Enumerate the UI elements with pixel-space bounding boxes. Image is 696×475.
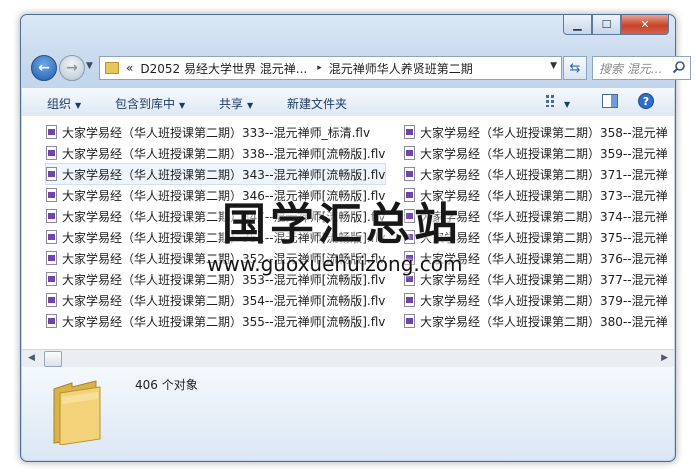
list-item[interactable]: 大家学易经（华人班授课第二期）380--混元禅 — [404, 311, 668, 331]
command-bar: 组织 ▼ 包含到库中 ▼ 共享 ▼ 新建文件夹 ▼ ? — [22, 87, 674, 117]
include-in-library-label: 包含到库中 — [115, 97, 176, 111]
video-file-icon — [46, 188, 57, 202]
search-box[interactable]: 搜索 混元... — [592, 56, 691, 80]
file-name: 大家学易经（华人班授课第二期）359--混元禅 — [420, 146, 668, 161]
video-file-icon — [404, 125, 415, 139]
preview-pane-icon — [602, 94, 618, 108]
list-item[interactable]: 大家学易经（华人班授课第二期）359--混元禅 — [404, 143, 668, 163]
back-arrow-icon: ← — [38, 60, 50, 76]
video-file-icon — [46, 293, 57, 307]
svg-text:?: ? — [643, 95, 649, 108]
file-name: 大家学易经（华人班授课第二期）355--混元禅师[流畅版].flv — [62, 314, 386, 329]
video-file-icon — [46, 230, 57, 244]
view-options-button[interactable]: ▼ — [546, 95, 570, 110]
breadcrumb-segment-parent[interactable]: D2052 易经大学世界 混元禅... — [140, 60, 307, 77]
organize-label: 组织 — [47, 97, 72, 111]
chevron-down-icon: ▼ — [247, 101, 254, 110]
forward-button[interactable]: → — [59, 55, 85, 81]
file-name: 大家学易经（华人班授课第二期）333--混元禅师_标清.flv — [62, 125, 371, 140]
folder-icon — [53, 380, 101, 445]
video-file-icon — [404, 314, 415, 328]
video-file-icon — [46, 167, 57, 181]
breadcrumb-separator-icon[interactable]: ▸ — [317, 63, 322, 73]
video-file-icon — [46, 272, 57, 286]
list-item[interactable]: 大家学易经（华人班授课第二期）379--混元禅 — [404, 290, 668, 310]
list-item[interactable]: 大家学易经（华人班授课第二期）355--混元禅师[流畅版].flv — [46, 311, 385, 331]
list-item[interactable]: 大家学易经（华人班授课第二期）371--混元禅 — [404, 164, 668, 184]
file-name: 大家学易经（华人班授课第二期）354--混元禅师[流畅版].flv — [62, 293, 386, 308]
breadcrumb-segment-current[interactable]: 混元禅师华人养贤班第二期 — [329, 60, 473, 77]
file-name: 大家学易经（华人班授课第二期）379--混元禅 — [420, 293, 668, 308]
recent-pages-dropdown-icon[interactable]: ▼ — [86, 61, 93, 71]
file-name: 大家学易经（华人班授课第二期）358--混元禅 — [420, 125, 668, 140]
search-icon[interactable] — [672, 60, 686, 74]
file-name: 大家学易经（华人班授课第二期）380--混元禅 — [420, 314, 668, 329]
list-item[interactable]: 大家学易经（华人班授课第二期）358--混元禅 — [404, 122, 668, 142]
video-file-icon — [46, 209, 57, 223]
video-file-icon — [46, 146, 57, 160]
video-file-icon — [46, 251, 57, 265]
file-name: 大家学易经（华人班授课第二期）343--混元禅师[流畅版].flv — [62, 167, 386, 182]
search-input[interactable]: 搜索 混元... — [599, 60, 662, 77]
forward-arrow-icon: → — [66, 60, 78, 76]
horizontal-scrollbar[interactable]: ◀ ▶ — [22, 349, 674, 367]
organize-menu[interactable]: 组织 ▼ — [47, 95, 81, 112]
minimize-button[interactable]: ▁ — [563, 15, 592, 35]
share-label: 共享 — [219, 97, 244, 111]
scrollbar-thumb[interactable] — [44, 351, 62, 367]
breadcrumb-overflow[interactable]: « — [126, 61, 133, 75]
refresh-button[interactable]: ⇆ — [563, 56, 587, 80]
list-item[interactable]: 大家学易经（华人班授课第二期）338--混元禅师[流畅版].flv — [46, 143, 385, 163]
list-item[interactable]: 大家学易经（华人班授课第二期）354--混元禅师[流畅版].flv — [46, 290, 385, 310]
include-in-library-menu[interactable]: 包含到库中 ▼ — [115, 95, 185, 112]
maximize-button[interactable]: ☐ — [592, 15, 621, 35]
details-pane: 406 个对象 — [22, 367, 674, 460]
list-item[interactable]: 大家学易经（华人班授课第二期）333--混元禅师_标清.flv — [46, 122, 370, 142]
refresh-icon: ⇆ — [569, 60, 581, 76]
scroll-left-icon[interactable]: ◀ — [28, 353, 35, 363]
scroll-right-icon[interactable]: ▶ — [661, 353, 668, 363]
chevron-down-icon: ▼ — [564, 100, 571, 109]
chevron-down-icon: ▼ — [75, 101, 82, 110]
folder-icon — [105, 62, 119, 74]
caption-buttons: ▁ ☐ ✕ — [563, 15, 669, 35]
navigation-row: ← → ▼ « D2052 易经大学世界 混元禅... ▸ 混元禅师华人养贤班第… — [29, 53, 691, 83]
video-file-icon — [46, 125, 57, 139]
list-item[interactable]: 大家学易经（华人班授课第二期）343--混元禅师[流畅版].flv — [44, 163, 387, 185]
video-file-icon — [404, 293, 415, 307]
preview-pane-button[interactable] — [602, 94, 618, 111]
close-button[interactable]: ✕ — [621, 15, 669, 35]
back-button[interactable]: ← — [31, 55, 57, 81]
file-name: 大家学易经（华人班授课第二期）371--混元禅 — [420, 167, 668, 182]
watermark-url: www.guoxuehuizong.com — [207, 252, 463, 276]
share-menu[interactable]: 共享 ▼ — [219, 95, 253, 112]
item-count: 406 个对象 — [135, 378, 198, 392]
video-file-icon — [46, 314, 57, 328]
help-button[interactable]: ? — [638, 93, 654, 112]
new-folder-label: 新建文件夹 — [287, 97, 348, 111]
watermark-title: 国学汇总站 — [222, 199, 462, 250]
file-name: 大家学易经（华人班授课第二期）338--混元禅师[流畅版].flv — [62, 146, 386, 161]
video-file-icon — [404, 146, 415, 160]
view-list-icon — [546, 95, 554, 107]
address-bar[interactable]: « D2052 易经大学世界 混元禅... ▸ 混元禅师华人养贤班第二期 ▼ — [99, 56, 562, 80]
new-folder-button[interactable]: 新建文件夹 — [287, 95, 347, 112]
chevron-down-icon: ▼ — [179, 101, 186, 110]
address-history-dropdown-icon[interactable]: ▼ — [550, 61, 557, 71]
help-icon: ? — [638, 93, 654, 109]
video-file-icon — [404, 167, 415, 181]
